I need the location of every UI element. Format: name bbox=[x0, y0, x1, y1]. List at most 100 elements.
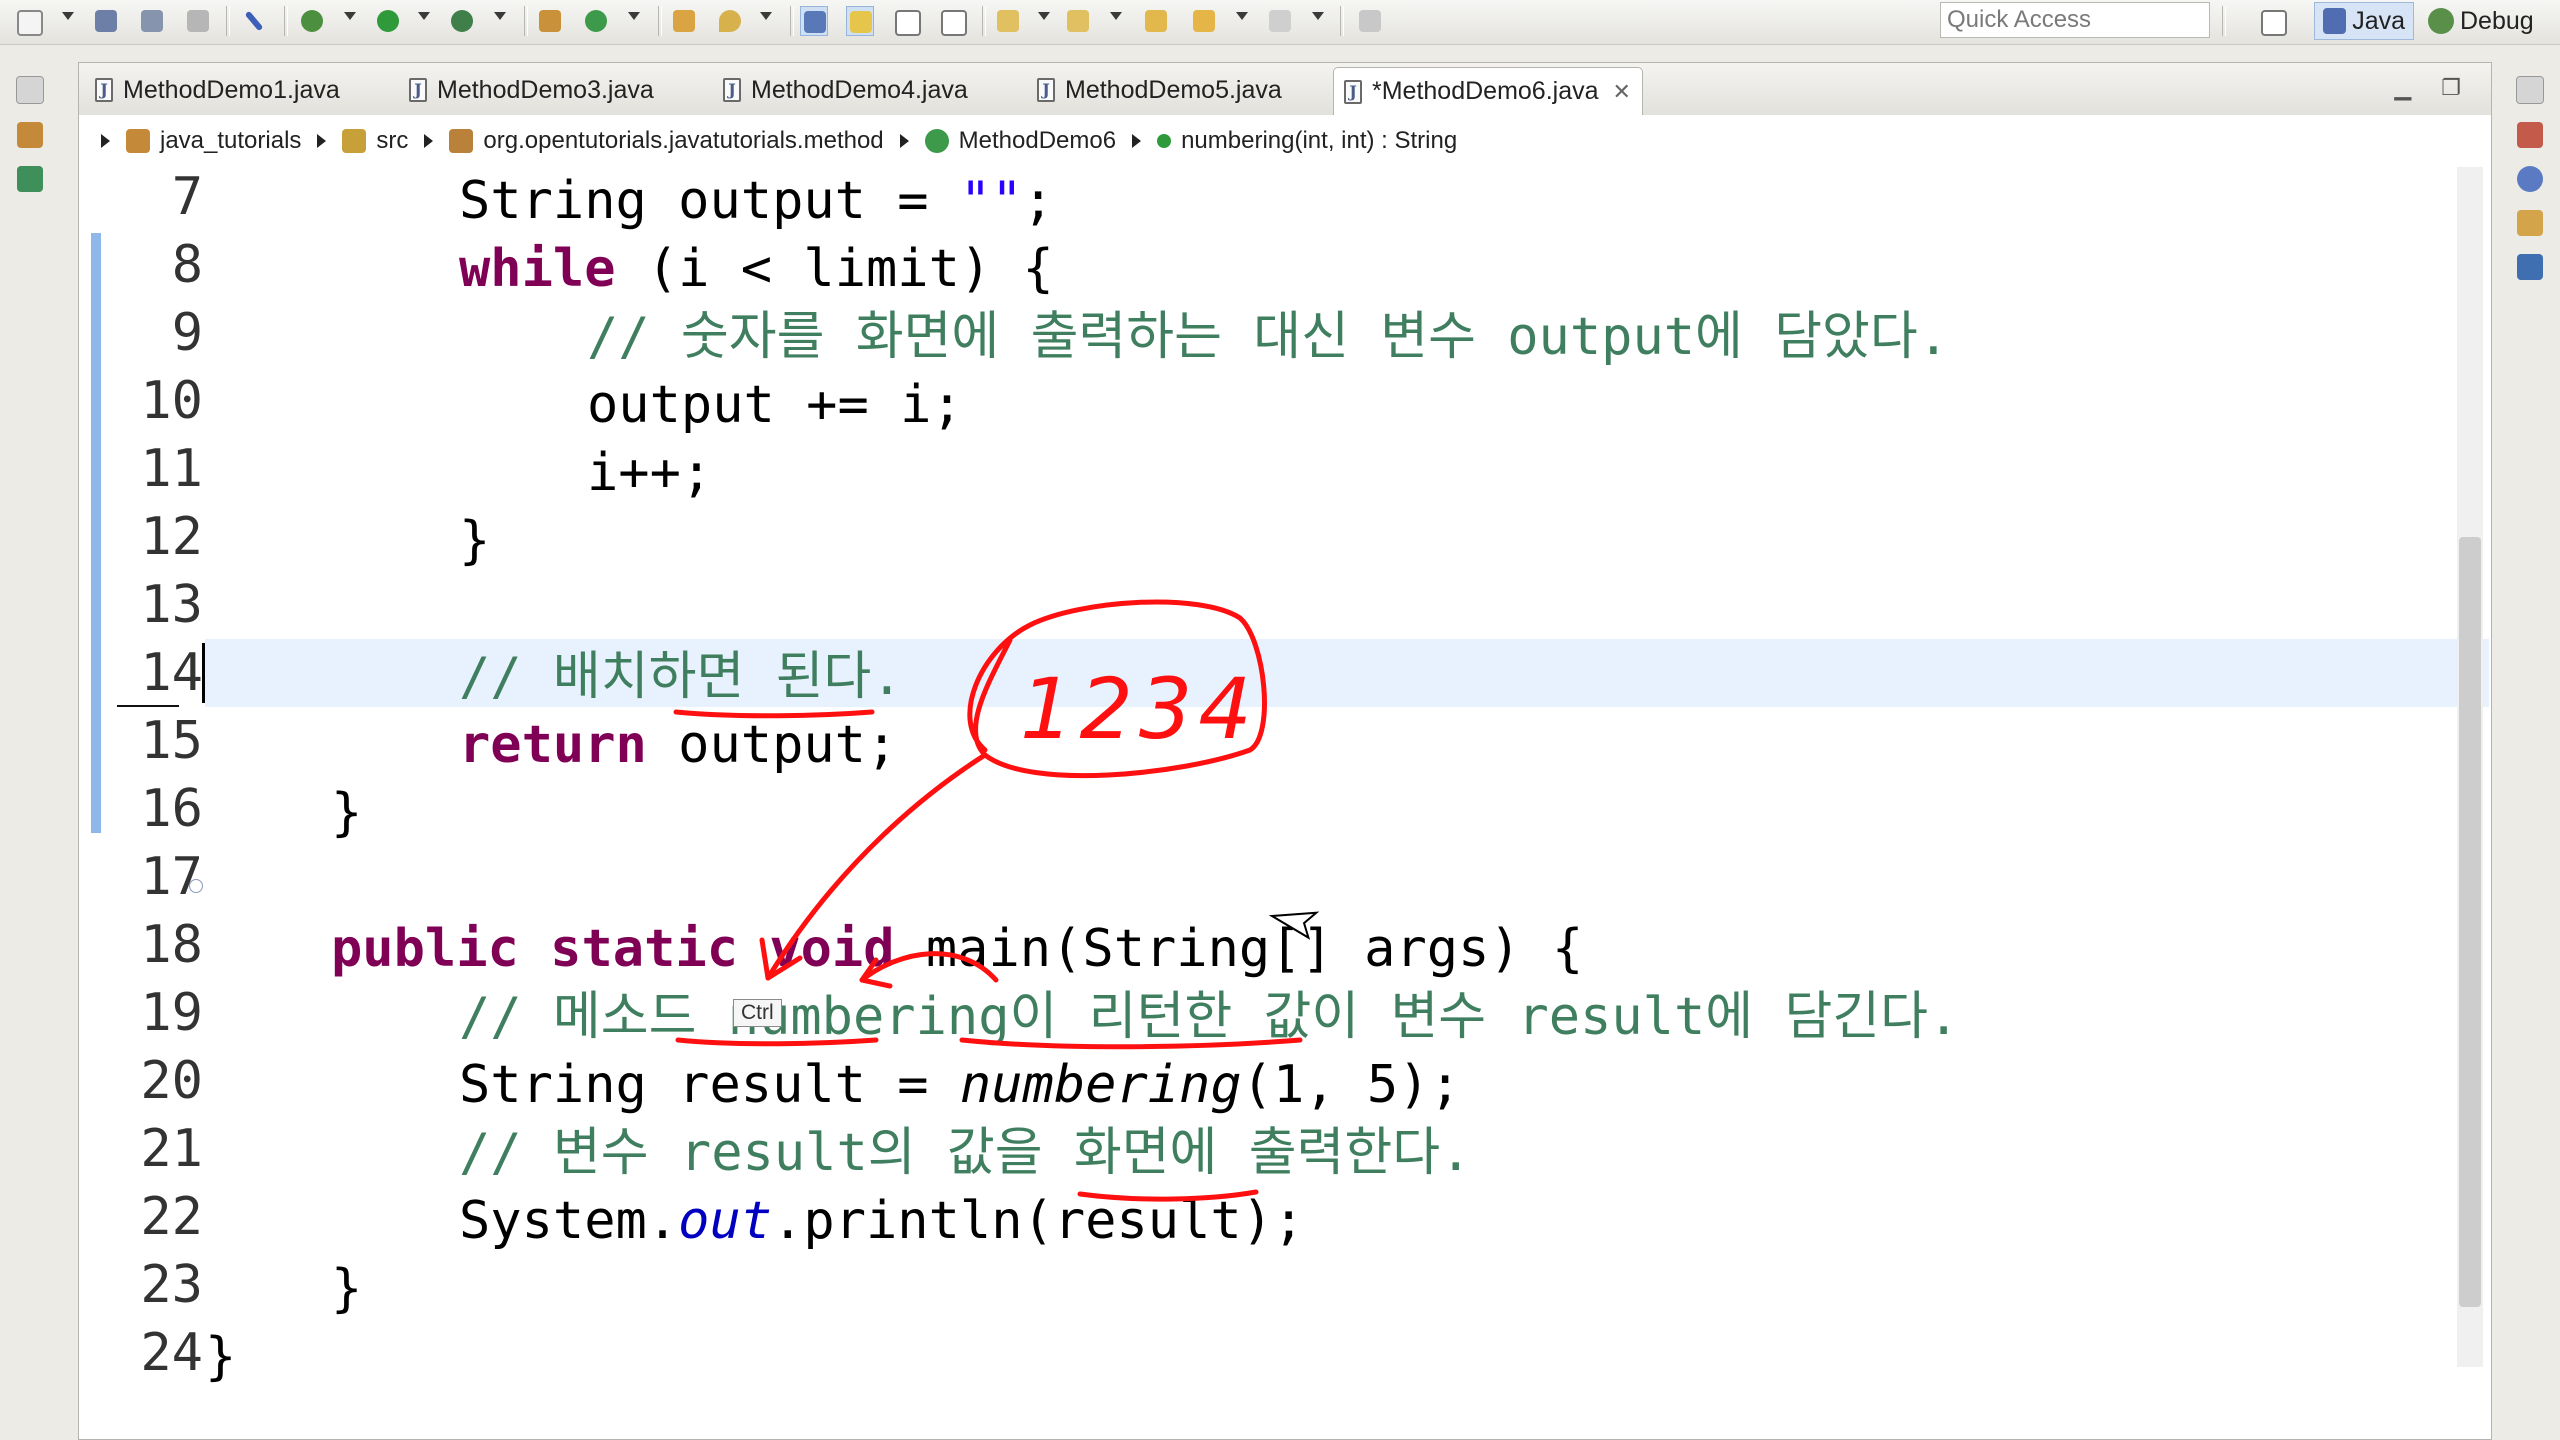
toolbar-separator bbox=[524, 6, 528, 36]
restore-icon[interactable] bbox=[16, 76, 44, 104]
code-line-20: // 변수 result의 값을 화면에 출력한다. bbox=[459, 1123, 1472, 1183]
left-trim-bar bbox=[0, 64, 60, 224]
chevron-right-icon[interactable] bbox=[317, 134, 327, 148]
main-toolbar: Quick Access Java Debug bbox=[0, 0, 2560, 45]
line-number: 20 bbox=[140, 1051, 203, 1111]
next-annotation-dropdown-icon[interactable] bbox=[1038, 12, 1050, 20]
line-number: 15 bbox=[140, 711, 203, 771]
code-area[interactable]: 7 8 9 10 11 12 13 14 15 16 17 18 19 20 2… bbox=[79, 167, 2491, 1403]
restore-icon[interactable] bbox=[2516, 76, 2544, 104]
print-icon[interactable] bbox=[184, 6, 212, 36]
breadcrumb-folder[interactable]: src bbox=[376, 127, 408, 155]
breadcrumb: java_tutorials src org.opentutorials.jav… bbox=[79, 115, 2491, 167]
toolbar-separator bbox=[982, 6, 986, 36]
skip-breakpoints-icon[interactable] bbox=[240, 6, 268, 36]
line-number: 18 bbox=[140, 915, 203, 975]
minimize-icon[interactable]: ▁ bbox=[2394, 75, 2411, 101]
maximize-icon[interactable]: ❐ bbox=[2441, 75, 2461, 101]
next-annotation-icon[interactable] bbox=[994, 6, 1022, 36]
new-icon[interactable] bbox=[14, 6, 43, 36]
new-dropdown-icon[interactable] bbox=[62, 12, 74, 20]
quick-access-input[interactable]: Quick Access bbox=[1940, 2, 2210, 38]
line-number: 17 bbox=[140, 847, 203, 907]
save-icon[interactable] bbox=[92, 6, 120, 36]
code-line-9: // 숫자를 화면에 출력하는 대신 변수 output에 담았다. bbox=[587, 307, 1950, 367]
open-type-icon[interactable] bbox=[670, 6, 698, 36]
show-whitespace-icon[interactable] bbox=[938, 6, 967, 36]
toolbar-separator bbox=[790, 6, 794, 36]
run-dropdown-icon[interactable] bbox=[418, 12, 430, 20]
vertical-scrollbar[interactable] bbox=[2457, 167, 2483, 1367]
breadcrumb-package[interactable]: org.opentutorials.javatutorials.method bbox=[483, 127, 883, 155]
toggle-highlight-icon[interactable] bbox=[846, 6, 874, 36]
coverage-icon[interactable] bbox=[448, 6, 476, 36]
new-class-dropdown-icon[interactable] bbox=[628, 12, 640, 20]
horizontal-scrollbar[interactable] bbox=[205, 1405, 2489, 1429]
toolbar-separator bbox=[226, 6, 230, 36]
source-folder-icon bbox=[342, 129, 367, 153]
toggle-mark-occurrences-icon[interactable] bbox=[800, 6, 828, 36]
forward-dropdown-icon[interactable] bbox=[1312, 12, 1324, 20]
close-icon[interactable]: ✕ bbox=[1613, 79, 1631, 105]
line-number: 21 bbox=[140, 1119, 203, 1179]
breadcrumb-method[interactable]: numbering(int, int) : String bbox=[1181, 127, 1457, 155]
tab-methoddemo4[interactable]: J MethodDemo4.java bbox=[713, 67, 978, 113]
new-java-package-icon[interactable] bbox=[536, 6, 564, 36]
line-number: 8 bbox=[171, 235, 203, 295]
debug-icon[interactable] bbox=[298, 6, 326, 36]
code-line-13: // 배치하면 된다. bbox=[459, 647, 903, 707]
line-number: 16 bbox=[140, 779, 203, 839]
code-line-12: } bbox=[459, 511, 491, 571]
tab-methoddemo5[interactable]: J MethodDemo5.java bbox=[1027, 67, 1292, 113]
save-all-icon[interactable] bbox=[138, 6, 166, 36]
tab-label: MethodDemo4.java bbox=[751, 75, 968, 104]
problems-icon[interactable] bbox=[2517, 122, 2543, 148]
ctrl-tooltip: Ctrl bbox=[733, 999, 782, 1027]
run-icon[interactable] bbox=[374, 6, 402, 36]
java-file-icon: J bbox=[1344, 79, 1362, 104]
previous-annotation-dropdown-icon[interactable] bbox=[1110, 12, 1122, 20]
project-icon bbox=[126, 129, 150, 153]
open-perspective-icon[interactable] bbox=[2258, 6, 2287, 36]
chevron-right-icon[interactable] bbox=[1132, 134, 1142, 148]
breadcrumb-project[interactable]: java_tutorials bbox=[160, 127, 301, 155]
block-selection-icon[interactable] bbox=[892, 6, 921, 36]
chevron-right-icon[interactable] bbox=[899, 134, 909, 148]
back-dropdown-icon[interactable] bbox=[1236, 12, 1248, 20]
tab-methoddemo1[interactable]: J MethodDemo1.java bbox=[85, 67, 350, 113]
code-line-15: } bbox=[331, 783, 363, 843]
breadcrumb-class[interactable]: MethodDemo6 bbox=[959, 127, 1116, 155]
line-number: 19 bbox=[140, 983, 203, 1043]
previous-annotation-icon[interactable] bbox=[1064, 6, 1092, 36]
java-file-icon: J bbox=[1037, 78, 1055, 102]
package-explorer-icon[interactable] bbox=[17, 122, 43, 148]
tab-methoddemo3[interactable]: J MethodDemo3.java bbox=[399, 67, 664, 113]
debug-dropdown-icon[interactable] bbox=[344, 12, 356, 20]
line-number: 11 bbox=[140, 439, 203, 499]
scrollbar-thumb[interactable] bbox=[2459, 537, 2481, 1307]
new-java-class-icon[interactable] bbox=[582, 6, 610, 36]
coverage-dropdown-icon[interactable] bbox=[494, 12, 506, 20]
java-file-icon: J bbox=[95, 78, 113, 102]
hierarchy-icon[interactable] bbox=[17, 166, 43, 192]
tab-methoddemo6[interactable]: J *MethodDemo6.java ✕ bbox=[1333, 67, 1643, 115]
java-perspective-icon bbox=[2323, 8, 2347, 34]
search-dropdown-icon[interactable] bbox=[760, 12, 772, 20]
last-edit-location-icon[interactable] bbox=[1142, 6, 1170, 36]
collapse-icon[interactable] bbox=[189, 879, 203, 893]
search-icon[interactable] bbox=[716, 6, 744, 36]
line-number: 14 bbox=[140, 643, 203, 703]
javadoc-icon[interactable] bbox=[2517, 166, 2543, 192]
line-number: 9 bbox=[171, 303, 203, 363]
back-icon[interactable] bbox=[1190, 6, 1218, 36]
chevron-right-icon[interactable] bbox=[424, 134, 434, 148]
perspective-debug[interactable]: Debug bbox=[2420, 2, 2560, 40]
declaration-icon[interactable] bbox=[2517, 210, 2543, 236]
perspective-java[interactable]: Java bbox=[2314, 2, 2414, 40]
forward-icon[interactable] bbox=[1266, 6, 1294, 36]
chevron-right-icon[interactable] bbox=[101, 134, 110, 148]
line-number: 24 bbox=[140, 1323, 203, 1383]
pin-editor-icon[interactable] bbox=[1356, 6, 1384, 36]
line-number: 7 bbox=[171, 167, 203, 227]
console-icon[interactable] bbox=[2517, 254, 2543, 280]
